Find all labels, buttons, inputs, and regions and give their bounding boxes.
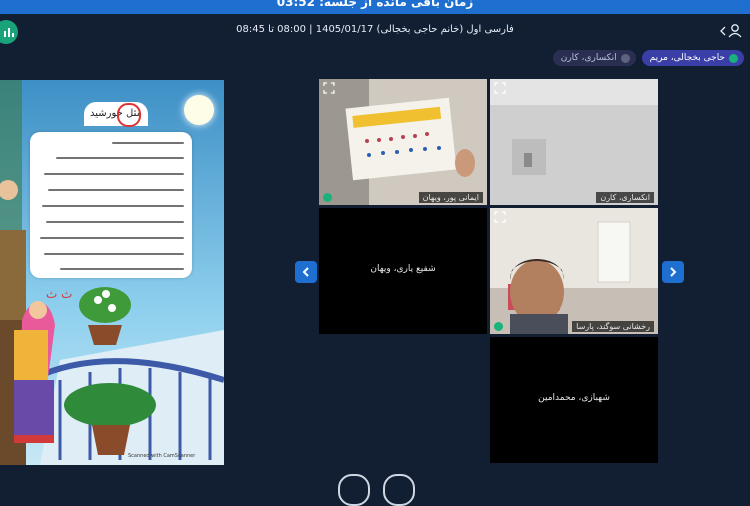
mic-icon xyxy=(323,193,332,202)
shared-book-page: ث ث مثل خورشید Scanned with CamScanner xyxy=(0,80,224,465)
participant-name: رخشانی سوگند، پارسا xyxy=(572,321,654,332)
book-title: مثل خورشید xyxy=(84,102,148,127)
expand-icon[interactable] xyxy=(494,211,506,223)
mic-icon xyxy=(620,53,630,63)
svg-text:ث ث: ث ث xyxy=(46,287,72,301)
participant-name: شهبازی، محمدامین xyxy=(538,393,610,403)
control-button[interactable] xyxy=(383,474,415,506)
video-tile[interactable]: شفیع یاری، ویهان xyxy=(319,208,487,334)
scanner-watermark: Scanned with CamScanner xyxy=(128,453,196,459)
video-tile[interactable]: رخشانی سوگند، پارسا xyxy=(490,208,658,334)
expand-icon[interactable] xyxy=(494,82,506,94)
next-page-button[interactable] xyxy=(662,261,684,283)
text-panel xyxy=(30,132,192,278)
chip-label: حاجی بخجالی، مریم xyxy=(649,53,725,63)
session-timer-text: زمان باقی مانده از جلسه: 03:52 xyxy=(276,0,474,9)
participant-name: ایمانی پور، ویهان xyxy=(418,192,483,203)
chip-teacher[interactable]: حاجی بخجالی، مریم xyxy=(641,50,744,66)
mic-icon xyxy=(729,53,738,63)
video-tile[interactable]: ایمانی پور، ویهان xyxy=(319,79,487,205)
stats-icon xyxy=(4,28,14,37)
user-icon[interactable] xyxy=(720,24,742,38)
video-feed xyxy=(319,79,487,205)
participant-name: شفیع یاری، ویهان xyxy=(370,264,436,274)
participant-chips: حاجی بخجالی، مریم انکساری، کارن xyxy=(552,50,744,66)
video-tile[interactable]: شهبازی، محمدامین xyxy=(490,337,658,463)
video-tile[interactable]: انکساری، کارن xyxy=(490,79,658,205)
prev-page-button[interactable] xyxy=(295,261,317,283)
expand-icon[interactable] xyxy=(323,82,335,94)
session-timer-banner: زمان باقی مانده از جلسه: 03:52 xyxy=(0,0,750,14)
chip-presenter[interactable]: انکساری، کارن xyxy=(552,50,636,66)
chip-label: انکساری، کارن xyxy=(560,53,617,63)
participant-name: انکساری، کارن xyxy=(596,192,654,203)
video-feed xyxy=(490,208,658,334)
video-feed xyxy=(490,79,658,205)
control-button[interactable] xyxy=(338,474,370,506)
mic-icon xyxy=(494,322,503,331)
chevron-right-icon xyxy=(670,267,677,277)
page-title: فارسی اول (خانم حاجی بخجالی) 1405/01/17 … xyxy=(236,24,514,35)
header-bar: فارسی اول (خانم حاجی بخجالی) 1405/01/17 … xyxy=(0,14,750,48)
chevron-left-icon xyxy=(302,267,309,277)
